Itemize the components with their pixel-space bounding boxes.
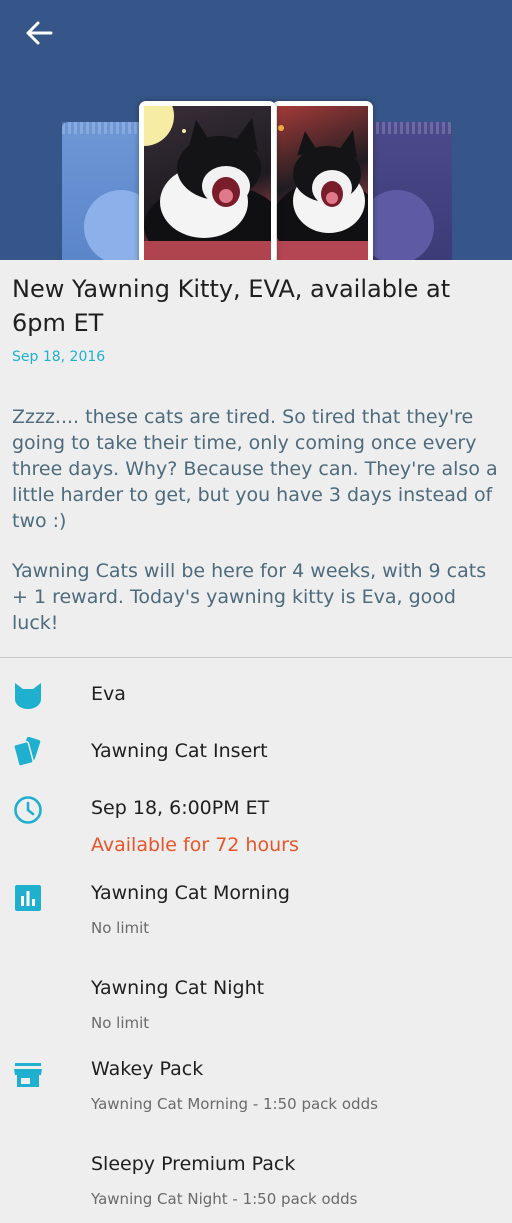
release-time: Sep 18, 6:00PM ET — [91, 797, 270, 819]
back-button[interactable] — [18, 14, 62, 54]
bar-chart-icon — [15, 885, 41, 911]
limit-item-value: No limit — [91, 919, 150, 937]
clock-icon — [14, 796, 42, 824]
cat-icon — [15, 683, 41, 709]
pack-odds: Yawning Cat Night - 1:50 pack odds — [91, 1190, 358, 1208]
article-paragraph: Yawning Cats will be here for 4 weeks, w… — [12, 560, 487, 634]
yawning-cat-photo — [144, 106, 271, 260]
article-paragraph: Zzzz.... these cats are tired. So tired … — [12, 406, 498, 532]
hero-banner — [0, 0, 512, 260]
card-morning — [139, 101, 276, 260]
card-night — [272, 101, 373, 260]
limit-item-name: Yawning Cat Morning — [91, 882, 290, 904]
pack-name: Wakey Pack — [91, 1058, 204, 1080]
cards-icon — [13, 737, 41, 767]
limit-item-value: No limit — [91, 1014, 150, 1032]
yawning-cat-photo — [277, 106, 368, 260]
pack-name: Sleepy Premium Pack — [91, 1153, 296, 1175]
limit-item-name: Yawning Cat Night — [91, 977, 265, 999]
arrow-left-icon — [26, 21, 53, 45]
divider — [0, 657, 512, 658]
store-icon — [14, 1063, 42, 1087]
insert-name: Yawning Cat Insert — [91, 740, 268, 762]
cat-name: Eva — [91, 683, 126, 705]
article-title: New Yawning Kitty, EVA, available at 6pm… — [12, 275, 451, 337]
pack-odds: Yawning Cat Morning - 1:50 pack odds — [91, 1095, 378, 1113]
article-date: Sep 18, 2016 — [12, 349, 106, 365]
availability-notice: Available for 72 hours — [91, 834, 299, 856]
